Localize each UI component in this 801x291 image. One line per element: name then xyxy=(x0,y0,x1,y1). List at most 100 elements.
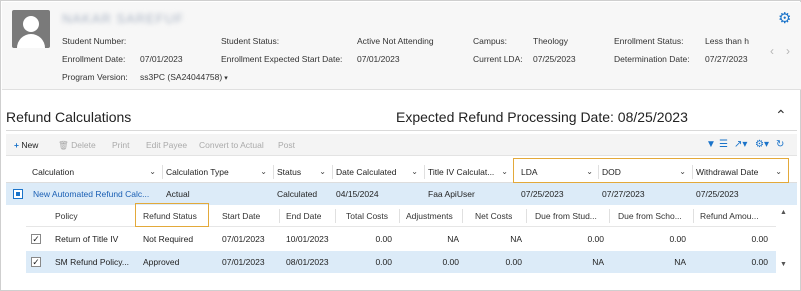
chevron-right-icon[interactable]: › xyxy=(786,44,790,58)
column-header-status[interactable]: Status ⌄ xyxy=(277,161,330,183)
caret-down-icon: ▾ xyxy=(224,75,228,82)
end-date-cell: 08/01/2023 xyxy=(286,257,329,267)
settings-icon[interactable]: ⚙▾ xyxy=(755,139,769,150)
calculation-link[interactable]: New Automated Refund Calc... xyxy=(33,183,159,205)
chevron-down-icon: ⌄ xyxy=(501,167,508,176)
scroll-up-icon[interactable]: ▲ xyxy=(780,209,787,216)
collapse-chevron-icon[interactable]: ⌃ xyxy=(775,107,787,124)
column-header-start-date[interactable]: Start Date xyxy=(222,205,260,227)
expected-start-label: Enrollment Expected Start Date: xyxy=(221,54,343,64)
chevron-down-icon: ⌄ xyxy=(149,167,156,176)
column-header-adjustments[interactable]: Adjustments xyxy=(406,205,453,227)
student-status-label: Student Status: xyxy=(221,36,280,46)
section-title: Refund Calculations xyxy=(6,109,132,125)
table-row[interactable]: ✓ Return of Title IV Not Required 07/01/… xyxy=(26,228,776,250)
column-separator xyxy=(162,165,163,179)
gear-icon[interactable]: ⚙ xyxy=(778,9,791,27)
campus-value: Theology xyxy=(533,36,568,46)
net-costs-cell: 0.00 xyxy=(505,257,522,267)
grid-header: Calculation ⌄ Calculation Type ⌄ Status ⌄ D… xyxy=(6,158,797,183)
column-header-due-from-school[interactable]: Due from Scho... xyxy=(618,205,684,227)
due-from-student-cell: 0.00 xyxy=(587,234,604,244)
refund-calculations-section: Refund Calculations Expected Refund Proc… xyxy=(2,101,801,291)
scrollbar[interactable]: ▲ ▼ xyxy=(778,205,792,271)
table-row[interactable]: New Automated Refund Calc... Actual Calc… xyxy=(6,183,797,205)
date-calculated-cell: 04/15/2024 xyxy=(336,189,379,199)
scroll-down-icon[interactable]: ▼ xyxy=(780,261,787,268)
app-frame: NAKAR SAREFUF ⚙ ‹ › Student Number: Enro… xyxy=(0,0,801,291)
column-header-due-from-student[interactable]: Due from Stud... xyxy=(535,205,601,227)
enrollment-date-label: Enrollment Date: xyxy=(62,54,126,64)
adjustments-cell: 0.00 xyxy=(442,257,459,267)
column-header-calculation-type[interactable]: Calculation Type ⌄ xyxy=(166,161,271,183)
program-version-label: Program Version: xyxy=(62,72,128,82)
delete-button[interactable]: 🗑 Delete xyxy=(58,140,96,151)
column-separator xyxy=(399,209,400,223)
policy-link[interactable]: Return of Title IV xyxy=(55,228,118,250)
list-view-icon[interactable]: ☰ xyxy=(719,139,728,150)
convert-to-actual-button[interactable]: Convert to Actual xyxy=(199,140,264,150)
column-header-refund-amount[interactable]: Refund Amou... xyxy=(700,205,770,227)
due-from-school-cell: 0.00 xyxy=(669,234,686,244)
student-header: NAKAR SAREFUF ⚙ ‹ › Student Number: Enro… xyxy=(2,2,801,90)
export-icon[interactable]: ↗▾ xyxy=(734,139,747,150)
dod-cell: 07/27/2023 xyxy=(602,189,645,199)
refund-status-cell: Approved xyxy=(143,257,180,267)
total-costs-cell: 0.00 xyxy=(375,257,392,267)
refund-status-cell: Not Required xyxy=(143,234,194,244)
determination-date-value: 07/27/2023 xyxy=(705,54,748,64)
expected-start-value: 07/01/2023 xyxy=(357,54,400,64)
column-separator xyxy=(273,165,274,179)
column-separator xyxy=(335,209,336,223)
column-separator xyxy=(462,209,463,223)
adjustments-cell: NA xyxy=(447,234,459,244)
student-name: NAKAR SAREFUF xyxy=(62,11,185,26)
column-label: Title IV Calculat... xyxy=(428,167,495,177)
row-checkbox[interactable]: ✓ xyxy=(31,257,41,267)
student-number-label: Student Number: xyxy=(62,36,127,46)
toolbar: + New 🗑 Delete Print Edit Payee Convert … xyxy=(6,134,797,156)
column-separator xyxy=(424,165,425,179)
campus-label: Campus: xyxy=(473,36,508,46)
refund-amount-cell: 0.00 xyxy=(751,234,768,244)
start-date-cell: 07/01/2023 xyxy=(222,234,265,244)
column-label: Status xyxy=(277,167,302,177)
edit-payee-button[interactable]: Edit Payee xyxy=(146,140,187,150)
post-button[interactable]: Post xyxy=(278,140,295,150)
column-header-title-iv[interactable]: Title IV Calculat... ⌄ xyxy=(428,161,512,183)
column-separator xyxy=(526,209,527,223)
chevron-down-icon: ⌄ xyxy=(260,167,267,176)
lda-cell: 07/25/2023 xyxy=(521,189,564,199)
total-costs-cell: 0.00 xyxy=(375,234,392,244)
student-status-value: Active Not Attending xyxy=(357,36,434,46)
expand-collapse-toggle[interactable] xyxy=(13,189,23,199)
chevron-down-icon: ⌄ xyxy=(411,167,418,176)
policy-grid-header: Policy Refund Status Start Date End Date… xyxy=(26,203,776,227)
column-header-calculation[interactable]: Calculation ⌄ xyxy=(32,161,160,183)
current-lda-value: 07/25/2023 xyxy=(533,54,576,64)
column-header-total-costs[interactable]: Total Costs xyxy=(346,205,388,227)
program-version-dropdown[interactable]: ss3PC (SA24044758) ▾ xyxy=(140,72,228,82)
refund-amount-cell: 0.00 xyxy=(751,257,768,267)
refresh-icon[interactable]: ↻ xyxy=(776,139,784,150)
new-button[interactable]: + New xyxy=(14,140,38,150)
column-header-net-costs[interactable]: Net Costs xyxy=(475,205,512,227)
due-from-student-cell: NA xyxy=(592,257,604,267)
chevron-left-icon[interactable]: ‹ xyxy=(770,44,774,58)
column-header-end-date[interactable]: End Date xyxy=(286,205,321,227)
column-header-date-calculated[interactable]: Date Calculated ⌄ xyxy=(336,161,422,183)
column-header-policy[interactable]: Policy xyxy=(55,205,78,227)
row-checkbox[interactable]: ✓ xyxy=(31,234,41,244)
enrollment-date-value: 07/01/2023 xyxy=(140,54,183,64)
plus-icon: + xyxy=(14,140,19,150)
title-iv-cell: Faa ApiUser xyxy=(428,189,475,199)
print-button[interactable]: Print xyxy=(112,140,129,150)
table-row[interactable]: ✓ SM Refund Policy... Approved 07/01/202… xyxy=(26,251,776,273)
collapse-icon xyxy=(16,192,20,196)
start-date-cell: 07/01/2023 xyxy=(222,257,265,267)
filter-icon[interactable]: ▼ xyxy=(706,139,716,150)
policy-link[interactable]: SM Refund Policy... xyxy=(55,251,129,273)
highlight-refund-status xyxy=(135,203,209,227)
column-separator xyxy=(279,209,280,223)
withdrawal-date-cell: 07/25/2023 xyxy=(696,189,739,199)
